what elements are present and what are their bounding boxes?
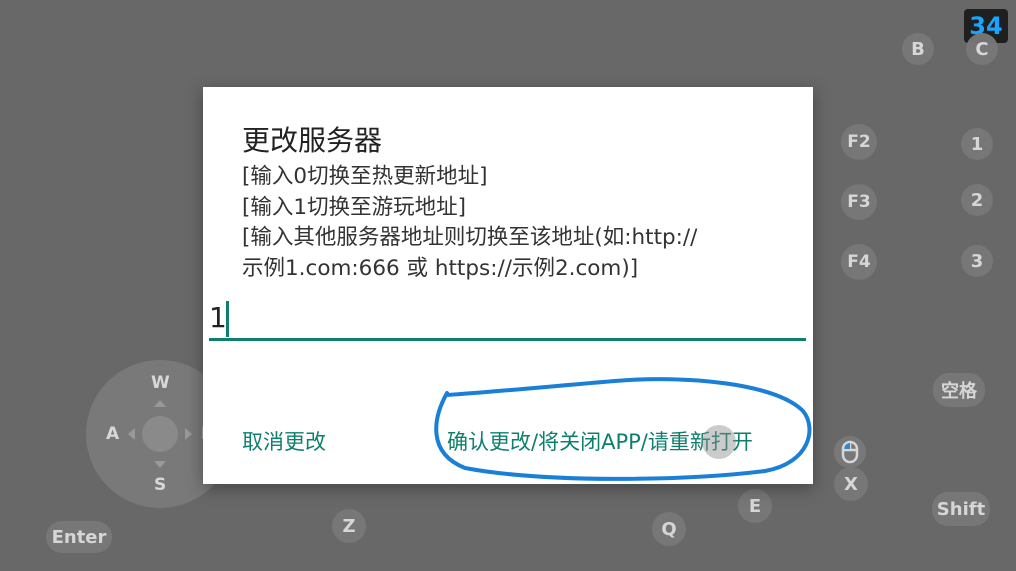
dialog-message-line: [输入0切换至热更新地址] bbox=[242, 164, 488, 189]
mouse-icon[interactable] bbox=[834, 436, 866, 468]
dpad-right-arrow-icon bbox=[185, 428, 192, 440]
key-shift[interactable]: Shift bbox=[932, 492, 990, 526]
dialog-message-line: [输入其他服务器地址则切换至该地址(如:http:// bbox=[242, 225, 698, 250]
dialog-title: 更改服务器 bbox=[242, 124, 383, 157]
key-enter[interactable]: Enter bbox=[46, 521, 112, 553]
key-e[interactable]: E bbox=[738, 489, 772, 523]
key-f4[interactable]: F4 bbox=[841, 244, 877, 280]
key-x[interactable]: X bbox=[834, 467, 868, 501]
dpad-left-label: A bbox=[106, 424, 120, 444]
cancel-button[interactable]: 取消更改 bbox=[242, 426, 326, 456]
dpad-up-arrow-icon bbox=[154, 400, 166, 407]
touch-ripple bbox=[702, 425, 736, 459]
server-input[interactable] bbox=[209, 297, 806, 341]
key-f3[interactable]: F3 bbox=[841, 184, 877, 220]
dpad-down-arrow-icon bbox=[154, 461, 166, 468]
dpad-left-arrow-icon bbox=[128, 428, 135, 440]
dialog-message: [输入0切换至热更新地址] [输入1切换至游玩地址] [输入其他服务器地址则切换… bbox=[242, 162, 782, 284]
key-b[interactable]: B bbox=[902, 33, 934, 65]
dpad-down-label: S bbox=[154, 475, 167, 495]
key-z[interactable]: Z bbox=[332, 509, 366, 543]
key-c[interactable]: C bbox=[966, 33, 998, 65]
key-1[interactable]: 1 bbox=[961, 128, 993, 160]
key-2[interactable]: 2 bbox=[961, 184, 993, 216]
dpad-up-label: W bbox=[151, 373, 170, 393]
dialog-message-line: [输入1切换至游玩地址] bbox=[242, 194, 466, 220]
text-caret bbox=[226, 301, 229, 337]
key-3[interactable]: 3 bbox=[961, 245, 993, 277]
dpad-center[interactable] bbox=[142, 416, 178, 452]
key-space[interactable]: 空格 bbox=[933, 373, 985, 407]
key-q[interactable]: Q bbox=[652, 512, 686, 546]
dialog-message-line: 示例1.com:666 或 https://示例2.com)] bbox=[242, 255, 639, 281]
key-f2[interactable]: F2 bbox=[841, 124, 877, 160]
